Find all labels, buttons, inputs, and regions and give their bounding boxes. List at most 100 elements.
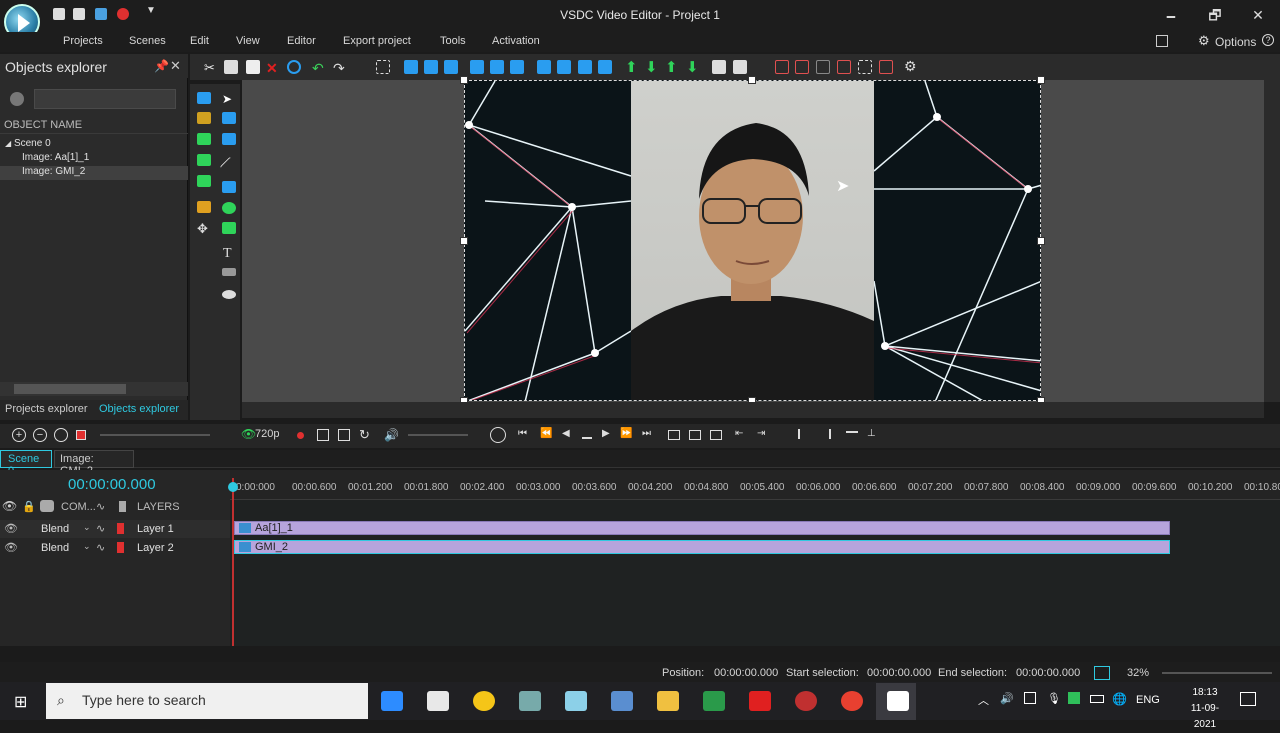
- go-to-start-icon[interactable]: ⏮: [518, 428, 527, 439]
- rewind-icon[interactable]: ⏪: [540, 428, 552, 439]
- excel-icon[interactable]: [703, 691, 725, 711]
- align-right-icon[interactable]: [444, 60, 458, 74]
- send-backward-icon[interactable]: ⬇: [645, 58, 659, 76]
- go-to-end-icon[interactable]: ⏭: [642, 428, 651, 439]
- audio-wave-icon[interactable]: ∿: [96, 541, 105, 554]
- language-indicator[interactable]: ENG: [1136, 694, 1160, 706]
- copy-icon[interactable]: [224, 60, 238, 74]
- snap-grid-icon[interactable]: [795, 60, 809, 74]
- layer-name[interactable]: Layer 1: [137, 523, 174, 535]
- menu-export-project[interactable]: Export project: [343, 35, 411, 47]
- canvas-horizontal-scrollbar[interactable]: [242, 402, 1264, 418]
- zoom-app-icon[interactable]: [381, 691, 403, 711]
- marker-icon[interactable]: [668, 430, 680, 440]
- preview-eye-icon[interactable]: 👁: [241, 427, 256, 441]
- playhead-handle[interactable]: [228, 482, 238, 492]
- notepad-icon[interactable]: [887, 691, 909, 711]
- same-height-icon[interactable]: [557, 60, 571, 74]
- group-icon[interactable]: [712, 60, 726, 74]
- align-clips-left-icon[interactable]: [798, 429, 810, 439]
- zoom-out-icon[interactable]: −: [33, 428, 47, 442]
- record-preview-icon[interactable]: [297, 432, 304, 439]
- step-back-icon[interactable]: ◀: [562, 428, 570, 439]
- layout-icon[interactable]: [1156, 35, 1168, 47]
- undo-icon[interactable]: ↶: [312, 60, 326, 76]
- clock-icon[interactable]: [490, 427, 506, 443]
- freeform-tool-icon[interactable]: [222, 222, 236, 234]
- blend-mode-select[interactable]: Blend: [41, 523, 69, 535]
- rectangle-tool-icon[interactable]: [222, 181, 236, 193]
- layer-color-icon[interactable]: [117, 523, 124, 534]
- ellipse-tool-icon[interactable]: [222, 202, 236, 214]
- grid-icon[interactable]: [816, 60, 830, 74]
- layer-name[interactable]: Layer 2: [137, 542, 174, 554]
- paste-icon[interactable]: [246, 60, 260, 74]
- resize-handle[interactable]: [1037, 237, 1045, 245]
- trim-end-icon[interactable]: ⇥: [757, 428, 765, 439]
- gear-icon[interactable]: ⚙: [1198, 33, 1210, 49]
- minimize-button[interactable]: 🗕: [1156, 4, 1186, 26]
- lock-header-icon[interactable]: 🔒: [22, 500, 36, 513]
- layer-color-icon[interactable]: [117, 542, 124, 553]
- battery-icon[interactable]: [1090, 695, 1104, 703]
- chrome-canary-icon[interactable]: [841, 691, 863, 711]
- canvas-vertical-scrollbar[interactable]: [1264, 80, 1280, 402]
- scrollbar-thumb[interactable]: [14, 384, 126, 394]
- trim-start-icon[interactable]: ⇤: [735, 428, 743, 439]
- clip-gmi[interactable]: GMI_2: [234, 540, 1170, 554]
- stop-icon[interactable]: [582, 429, 592, 439]
- tray-app-icon[interactable]: [1068, 692, 1080, 704]
- add-video-icon[interactable]: [197, 175, 211, 187]
- fast-forward-icon[interactable]: ⏩: [620, 428, 632, 439]
- camera-tray-icon[interactable]: [1024, 692, 1036, 704]
- subtitle-tool-icon[interactable]: [222, 268, 236, 276]
- options-button[interactable]: Options: [1215, 35, 1256, 49]
- markers-icon[interactable]: [879, 60, 893, 74]
- loop-icon[interactable]: [338, 429, 350, 441]
- scene-preview[interactable]: [464, 80, 1041, 401]
- guides-icon[interactable]: [837, 60, 851, 74]
- audio-wave-icon[interactable]: ∿: [96, 522, 105, 535]
- add-spectrum-icon[interactable]: [197, 201, 211, 213]
- settings-gear-icon[interactable]: ⚙: [904, 58, 918, 74]
- panel-close-icon[interactable]: ✕: [170, 58, 181, 74]
- volume-icon[interactable]: 🔊: [384, 428, 399, 442]
- timeline-zoom-slider[interactable]: [100, 434, 210, 436]
- eye-icon[interactable]: 👁: [4, 541, 18, 554]
- bring-forward-icon[interactable]: ⬆: [625, 58, 639, 76]
- tree-item-image-gmi[interactable]: Image: GMI_2: [0, 166, 188, 180]
- volume-slider[interactable]: [408, 434, 468, 436]
- menu-editor[interactable]: Editor: [287, 35, 316, 47]
- taskbar-search-input[interactable]: Type here to search: [46, 683, 368, 719]
- text-tool-icon[interactable]: T: [223, 246, 237, 261]
- resize-handle[interactable]: [1037, 76, 1045, 84]
- menu-projects[interactable]: Projects: [63, 35, 103, 47]
- repeat-icon[interactable]: ↻: [359, 427, 370, 443]
- network-icon[interactable]: 🌐: [1112, 692, 1127, 706]
- add-sprite-icon[interactable]: [197, 112, 211, 124]
- balloon-tool-icon[interactable]: [222, 290, 236, 299]
- tab-scene-0[interactable]: Scene 0: [0, 450, 52, 477]
- split-icon[interactable]: [317, 429, 329, 441]
- select-all-icon[interactable]: [287, 60, 301, 74]
- tree-item-image-aa[interactable]: Image: Aa[1]_1: [0, 152, 188, 166]
- align-top-icon[interactable]: [470, 60, 484, 74]
- redo-icon[interactable]: ↷: [333, 60, 347, 76]
- align-clips-right-icon[interactable]: [819, 429, 831, 439]
- align-middle-icon[interactable]: [490, 60, 504, 74]
- menu-tools[interactable]: Tools: [440, 35, 466, 47]
- roblox-icon[interactable]: [749, 691, 771, 711]
- menu-activation[interactable]: Activation: [492, 35, 540, 47]
- zoom-in-icon[interactable]: +: [12, 428, 26, 442]
- blend-mode-select[interactable]: Blend: [41, 542, 69, 554]
- chrome-icon[interactable]: [473, 691, 495, 711]
- store-icon[interactable]: [427, 691, 449, 711]
- fit-timeline-icon[interactable]: [54, 428, 68, 442]
- snap-timeline-icon[interactable]: [846, 431, 858, 437]
- tab-image-gmi[interactable]: Image: GMI_2: [54, 450, 134, 477]
- tab-projects-explorer[interactable]: Projects explorer: [5, 403, 88, 415]
- blend-dropdown-icon[interactable]: ⌄: [83, 522, 91, 533]
- volume-tray-icon[interactable]: 🔊: [1000, 692, 1014, 705]
- same-width-icon[interactable]: [537, 60, 551, 74]
- playhead[interactable]: [232, 478, 234, 646]
